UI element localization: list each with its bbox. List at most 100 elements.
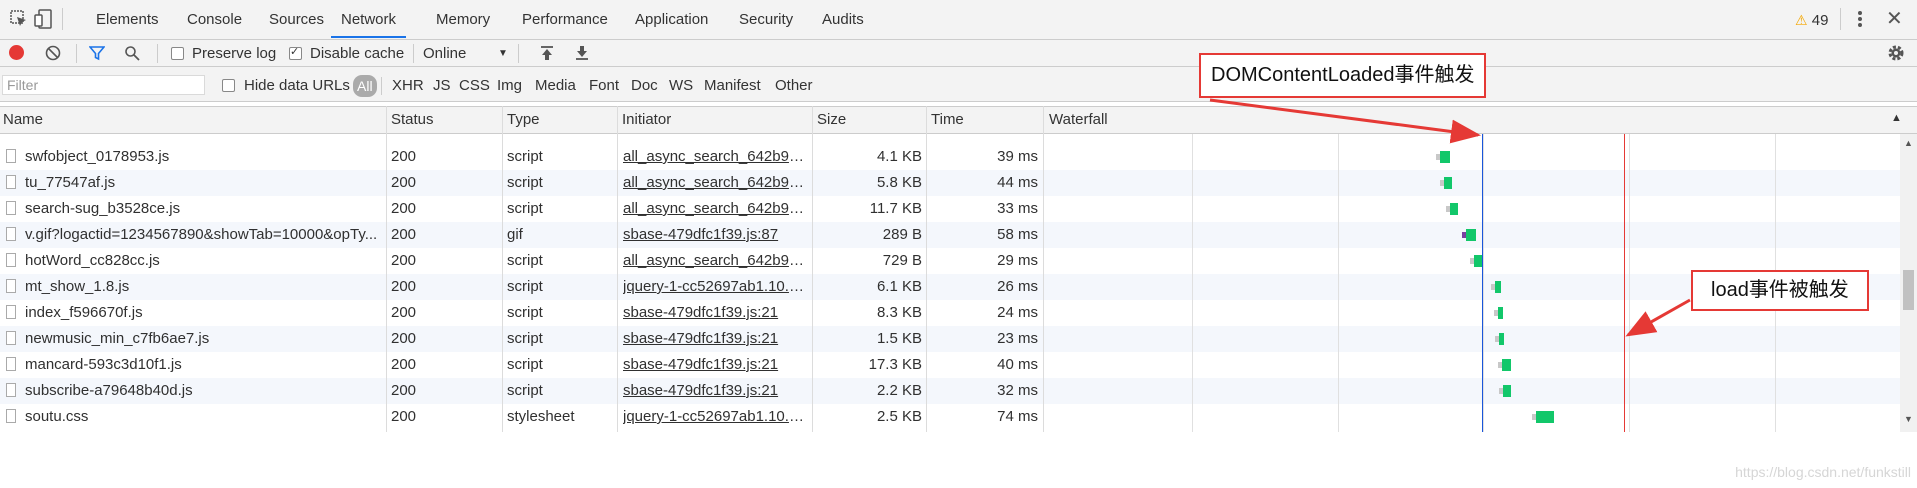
record-icon[interactable]	[9, 45, 24, 60]
waterfall-queue-segment	[1494, 310, 1498, 316]
tab-security[interactable]: Security	[739, 0, 793, 38]
waterfall-bar[interactable]	[1436, 151, 1450, 163]
search-icon[interactable]	[124, 45, 140, 61]
filter-type-css[interactable]: CSS	[459, 77, 490, 94]
import-har-icon[interactable]	[539, 45, 555, 61]
table-row[interactable]: swfobject_0178953.js 200 script all_async_s…	[0, 144, 1900, 170]
request-initiator[interactable]: sbase-479dfc1f39.js:87	[623, 222, 808, 248]
tab-sources[interactable]: Sources	[269, 0, 324, 38]
table-row[interactable]: v.gif?logactid=1234567890&showTab=10000&…	[0, 222, 1900, 248]
column-divider[interactable]	[926, 106, 927, 432]
export-har-icon[interactable]	[574, 45, 590, 61]
request-time: 24 ms	[997, 304, 1038, 321]
filter-type-js[interactable]: JS	[433, 77, 451, 94]
column-header-name[interactable]: Name	[0, 107, 43, 133]
waterfall-bar[interactable]	[1440, 177, 1452, 189]
waterfall-bar[interactable]	[1499, 385, 1511, 397]
dom-content-loaded-annotation: DOMContentLoaded事件触发	[1199, 53, 1487, 98]
watermark: https://blog.csdn.net/funkstill	[1735, 464, 1911, 480]
tab-performance[interactable]: Performance	[522, 0, 608, 38]
table-row[interactable]: newmusic_min_c7fb6ae7.js 200 script sbase-4…	[0, 326, 1900, 352]
request-type: script	[507, 252, 543, 269]
waterfall-bar[interactable]	[1462, 229, 1476, 241]
request-initiator[interactable]: all_async_search_642b9f6...	[623, 196, 808, 222]
filter-type-ws[interactable]: WS	[669, 77, 693, 94]
table-row[interactable]: tu_77547af.js 200 script all_async_search_6…	[0, 170, 1900, 196]
table-row[interactable]: soutu.css 200 stylesheet jquery-1-cc52697ab…	[0, 404, 1900, 430]
column-header-initiator[interactable]: Initiator	[619, 107, 671, 133]
request-type: script	[507, 278, 543, 295]
request-status: 200	[391, 330, 417, 347]
filter-type-other[interactable]: Other	[775, 77, 813, 94]
waterfall-bar[interactable]	[1498, 359, 1511, 371]
column-divider[interactable]	[812, 106, 813, 432]
waterfall-bar[interactable]	[1470, 255, 1482, 267]
throttling-value: Online	[423, 45, 467, 62]
device-toolbar-icon[interactable]	[34, 9, 52, 29]
disable-cache-checkbox[interactable]	[289, 45, 302, 60]
filter-type-xhr[interactable]: XHR	[392, 77, 424, 94]
throttling-select[interactable]: Online ▼	[423, 40, 515, 67]
waterfall-bar[interactable]	[1491, 281, 1501, 293]
table-row[interactable]: mancard-593c3d10f1.js 200 script sbase-479d…	[0, 352, 1900, 378]
tab-network[interactable]: Network	[331, 0, 407, 38]
request-initiator[interactable]: jquery-1-cc52697ab1.10.2...	[623, 404, 808, 430]
filter-type-all[interactable]: All	[353, 75, 377, 97]
table-row[interactable]: subscribe-a79648b40d.js 200 script sbase-47…	[0, 378, 1900, 404]
waterfall-bar[interactable]	[1494, 307, 1503, 319]
table-row[interactable]: index_f596670f.js 200 script sbase-479dfc1f…	[0, 300, 1900, 326]
request-initiator[interactable]: sbase-479dfc1f39.js:21	[623, 326, 808, 352]
more-options-icon[interactable]	[1857, 10, 1863, 30]
waterfall-bar[interactable]	[1532, 411, 1554, 423]
tab-audits[interactable]: Audits	[822, 0, 864, 38]
request-initiator[interactable]: jquery-1-cc52697ab1.10.2...	[623, 274, 808, 300]
warning-counter[interactable]: ⚠ 49	[1795, 10, 1828, 30]
inspect-element-icon[interactable]	[10, 10, 28, 28]
column-divider[interactable]	[617, 106, 618, 432]
request-initiator[interactable]: sbase-479dfc1f39.js:21	[623, 300, 808, 326]
request-size: 5.8 KB	[876, 174, 922, 191]
request-initiator[interactable]: sbase-479dfc1f39.js:21	[623, 352, 808, 378]
filter-type-font[interactable]: Font	[589, 77, 619, 94]
preserve-log-checkbox[interactable]	[171, 47, 184, 60]
scrollbar-thumb[interactable]	[1903, 270, 1914, 310]
close-icon[interactable]: ✕	[1886, 8, 1903, 30]
hide-data-urls-checkbox[interactable]	[222, 79, 235, 92]
column-header-status[interactable]: Status	[388, 107, 434, 133]
column-divider[interactable]	[1043, 106, 1044, 432]
column-divider[interactable]	[502, 106, 503, 432]
tab-console[interactable]: Console	[187, 0, 242, 38]
filter-icon[interactable]	[89, 45, 105, 61]
request-name: search-sug_b3528ce.js	[25, 200, 181, 217]
tab-memory[interactable]: Memory	[436, 0, 490, 38]
filter-type-manifest[interactable]: Manifest	[704, 77, 761, 94]
tab-elements[interactable]: Elements	[96, 0, 159, 38]
table-row[interactable]: hotWord_cc828cc.js 200 script all_async_sea…	[0, 248, 1900, 274]
table-row[interactable]: search-sug_b3528ce.js 200 script all_async_…	[0, 196, 1900, 222]
column-header-type[interactable]: Type	[504, 107, 540, 133]
request-time: 74 ms	[997, 408, 1038, 425]
request-initiator[interactable]: all_async_search_642b9f6...	[623, 170, 808, 196]
column-header-waterfall[interactable]: Waterfall	[1046, 107, 1108, 133]
request-initiator[interactable]: all_async_search_642b9f6...	[623, 144, 808, 170]
table-row[interactable]: mt_show_1.8.js 200 script jquery-1-cc52697a…	[0, 274, 1900, 300]
scroll-up-icon[interactable]: ▲	[1904, 138, 1913, 148]
scroll-down-icon[interactable]: ▼	[1904, 414, 1913, 424]
sort-ascending-icon[interactable]: ▲	[1891, 112, 1902, 124]
column-divider[interactable]	[386, 106, 387, 432]
filter-type-img[interactable]: Img	[497, 77, 522, 94]
filter-input[interactable]	[2, 75, 205, 95]
request-size: 4.1 KB	[876, 148, 922, 165]
column-header-time[interactable]: Time	[928, 107, 964, 133]
request-initiator[interactable]: all_async_search_642b9f6...	[623, 248, 808, 274]
column-header-size[interactable]: Size	[814, 107, 846, 133]
filter-type-media[interactable]: Media	[535, 77, 576, 94]
waterfall-bar[interactable]	[1495, 333, 1504, 345]
request-name: hotWord_cc828cc.js	[25, 252, 160, 269]
request-initiator[interactable]: sbase-479dfc1f39.js:21	[623, 378, 808, 404]
waterfall-bar[interactable]	[1446, 203, 1458, 215]
clear-icon[interactable]	[45, 45, 61, 61]
gear-icon[interactable]	[1887, 44, 1905, 62]
tab-application[interactable]: Application	[635, 0, 708, 38]
filter-type-doc[interactable]: Doc	[631, 77, 658, 94]
